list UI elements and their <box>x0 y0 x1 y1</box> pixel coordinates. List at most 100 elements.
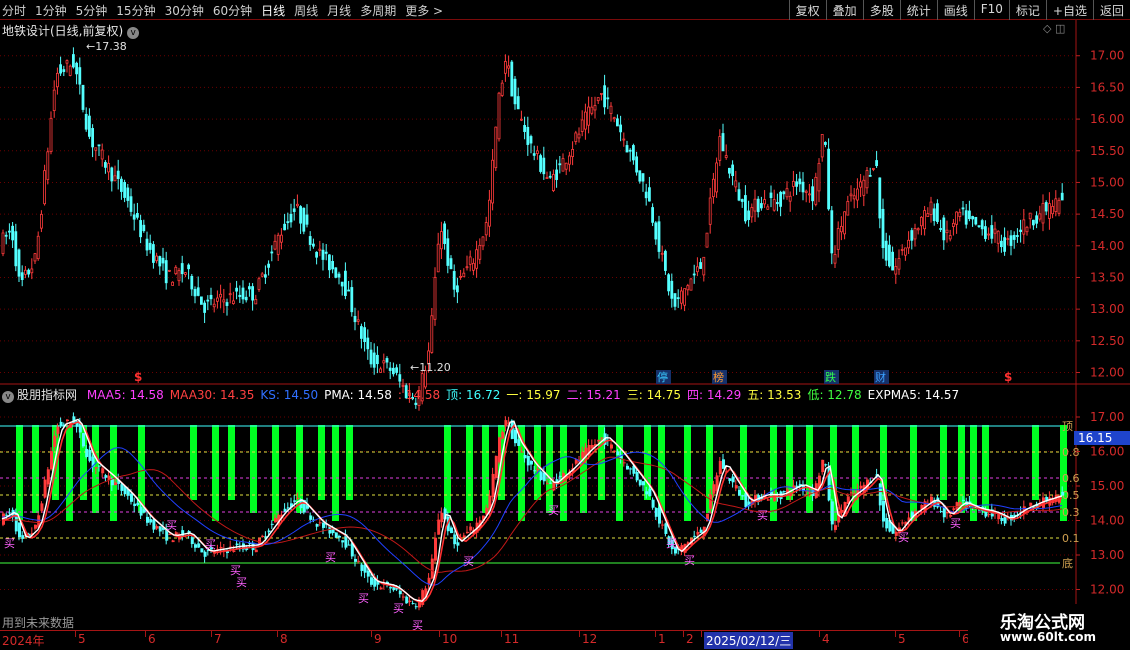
candle-body <box>273 240 277 250</box>
overlay-button[interactable]: 叠加 <box>825 0 863 20</box>
upper-price-axis: 17.00 16.50 16.00 15.50 15.00 14.50 14.00 13.50… <box>1076 49 1124 379</box>
candle-body <box>398 590 402 595</box>
candle-body <box>609 105 613 115</box>
tab-5min[interactable]: 5分钟 <box>76 2 108 19</box>
tab-timeshare[interactable]: 分时 <box>2 2 26 19</box>
tab-weekly[interactable]: 周线 <box>294 2 318 19</box>
level-label: 底 <box>1062 556 1073 570</box>
candle-body <box>1035 215 1038 224</box>
buy-signal-label: 买 <box>684 554 695 567</box>
candle-body <box>183 272 187 275</box>
chart-canvas[interactable]: 17.00 16.50 16.00 15.50 15.00 14.50 14.00 13.50… <box>0 0 1130 650</box>
tab-60min[interactable]: 60分钟 <box>213 2 252 19</box>
candle-body <box>209 294 213 300</box>
add-favorite-button[interactable]: +自选 <box>1045 0 1093 20</box>
candle-body <box>343 270 347 296</box>
candle-body <box>126 187 130 201</box>
candle-body <box>66 419 69 422</box>
candle-body <box>49 117 53 153</box>
candle-body <box>430 558 434 579</box>
price-tick-label: 16.50 <box>1090 80 1124 94</box>
candle-body <box>398 374 402 382</box>
candle-body <box>882 500 885 522</box>
candle-body <box>1048 203 1051 219</box>
tab-30min[interactable]: 30分钟 <box>165 2 204 19</box>
candle-body <box>779 191 782 207</box>
candle-body <box>356 319 360 322</box>
candle-body <box>148 242 152 250</box>
tab-15min[interactable]: 15分钟 <box>116 2 155 19</box>
upper-chart-controls[interactable]: ◇ ◫ <box>1043 22 1065 35</box>
price-tick-label: 14.50 <box>1090 207 1124 221</box>
time-axis-tick <box>75 631 76 637</box>
candle-body <box>888 244 891 267</box>
candle-body <box>251 286 255 301</box>
candle-body <box>603 85 606 108</box>
f10-button[interactable]: F10 <box>973 0 1009 20</box>
chevron-down-icon[interactable]: v <box>127 27 140 39</box>
candle-body <box>533 470 537 472</box>
mark-button[interactable]: 标记 <box>1008 0 1046 20</box>
candle-body <box>116 170 120 180</box>
candle-body <box>952 508 956 511</box>
candle-body <box>804 190 808 193</box>
candle-body <box>5 514 9 516</box>
chevron-down-icon[interactable]: v <box>2 391 14 403</box>
candle-body <box>929 201 933 215</box>
candle-body <box>971 216 974 220</box>
candle-body <box>155 526 159 529</box>
candle-body <box>738 489 741 496</box>
candle-body <box>194 544 197 548</box>
indicator-name[interactable]: 股朋指标网 <box>17 388 77 402</box>
candle-body <box>267 530 271 533</box>
signal-bar <box>546 425 553 513</box>
signal-bar <box>806 425 813 513</box>
candle-body <box>33 253 37 262</box>
candle-body <box>295 203 299 207</box>
event-marker: 财 <box>875 370 886 384</box>
candle-body <box>529 136 533 144</box>
candle-body <box>558 163 562 166</box>
candle-body <box>728 478 732 481</box>
price-tick-label: 12.50 <box>1090 334 1124 348</box>
signal-bar <box>770 425 777 521</box>
candle-body <box>622 462 626 464</box>
candle-body <box>142 224 146 232</box>
candle-body <box>916 228 920 231</box>
candle-body <box>897 258 901 270</box>
candle-body <box>936 203 939 222</box>
candle-body <box>696 531 700 535</box>
candle-body <box>27 269 31 275</box>
restore-rights-button[interactable]: 复权 <box>788 0 826 20</box>
candle-body <box>718 461 722 474</box>
candle-body <box>731 476 735 483</box>
candle-body <box>315 251 319 258</box>
tab-1min[interactable]: 1分钟 <box>35 2 67 19</box>
candle-body <box>257 278 261 290</box>
candle-body <box>235 287 239 292</box>
candle-body <box>267 263 271 268</box>
candle-body <box>926 213 930 217</box>
signal-bar <box>940 425 947 500</box>
candle-body <box>279 234 283 243</box>
buy-signal-label: 买 <box>205 538 216 551</box>
draw-line-button[interactable]: 画线 <box>936 0 974 20</box>
tab-monthly[interactable]: 月线 <box>327 2 351 19</box>
signal-bar <box>580 425 587 513</box>
candle-body <box>405 596 409 604</box>
tab-more[interactable]: 更多 > <box>405 2 443 19</box>
candle-body <box>945 229 949 233</box>
candle-body <box>664 523 668 534</box>
candle-body <box>440 512 444 523</box>
candle-body <box>654 508 658 517</box>
candle-body <box>212 303 216 308</box>
candle-body <box>129 196 133 212</box>
back-button[interactable]: 返回 <box>1092 0 1130 20</box>
statistics-button[interactable]: 统计 <box>899 0 937 20</box>
price-tick-label: 16.00 <box>1090 445 1124 459</box>
candle-body <box>17 249 21 277</box>
tab-daily[interactable]: 日线 <box>261 2 285 19</box>
tab-multi-period[interactable]: 多周期 <box>360 2 396 19</box>
candle-body <box>263 274 267 278</box>
multi-stock-button[interactable]: 多股 <box>862 0 900 20</box>
